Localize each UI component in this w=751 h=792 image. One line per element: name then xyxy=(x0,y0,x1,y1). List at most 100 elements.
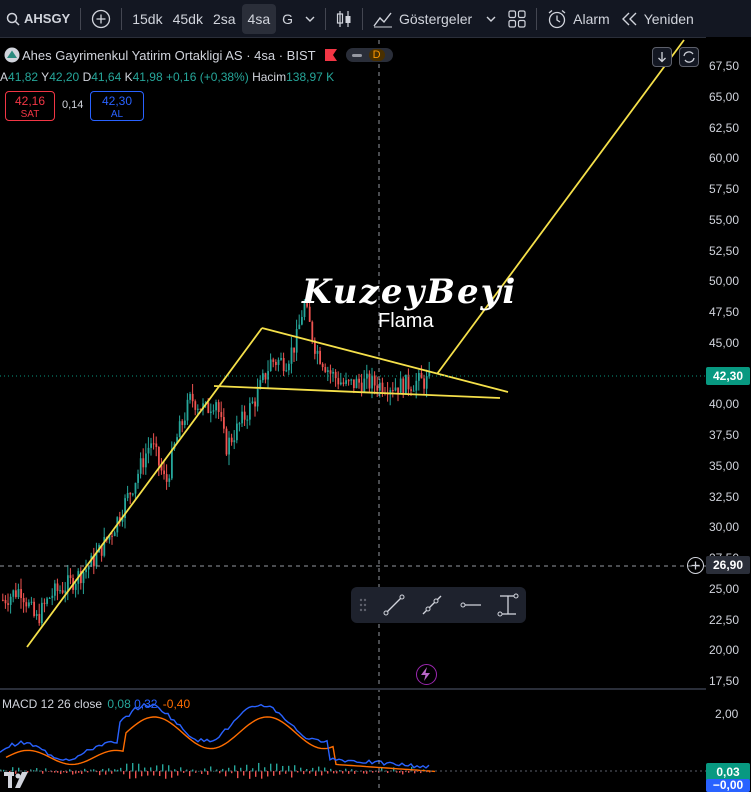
price-tick: 50,00 xyxy=(709,274,740,289)
candle-body xyxy=(87,566,90,570)
candle-body xyxy=(7,603,9,605)
session-badge-label: D xyxy=(368,49,385,61)
macd-histogram-bar xyxy=(222,768,224,772)
open-value: 41,82 xyxy=(8,70,39,84)
sell-label: SAT xyxy=(20,109,40,120)
refresh-icon xyxy=(683,51,695,63)
candle-body xyxy=(327,370,329,372)
add-alert-button[interactable] xyxy=(687,557,704,574)
candle-body xyxy=(137,473,139,483)
price-tick: 25,00 xyxy=(709,581,740,596)
price-tick: 35,00 xyxy=(709,458,740,473)
candle-body xyxy=(28,602,30,607)
candle-body xyxy=(20,589,22,599)
arrow-down-icon xyxy=(658,52,666,63)
symbol-title: Ahes Gayrimenkul Yatirim Ortakligi AS · … xyxy=(22,47,316,63)
candle-body xyxy=(189,393,191,400)
price-tick: 22,50 xyxy=(709,612,740,627)
candle-body xyxy=(298,324,301,330)
macd-histogram-bar xyxy=(12,767,14,772)
macd-histogram-bar xyxy=(129,771,131,779)
candle-body xyxy=(25,602,28,607)
refresh-button[interactable] xyxy=(679,47,699,67)
candle-body xyxy=(282,358,285,372)
candle-body xyxy=(293,347,295,353)
macd-histogram-bar xyxy=(270,763,272,772)
macd-histogram-bar xyxy=(108,768,110,772)
candle-body xyxy=(132,493,134,495)
macd-histogram-bar xyxy=(42,771,44,774)
macd-histogram-bar xyxy=(255,771,257,777)
price-tick: 45,00 xyxy=(709,335,740,350)
candle-body xyxy=(381,382,384,393)
tradingview-logo[interactable] xyxy=(4,772,32,788)
buy-button[interactable]: 42,30 AL xyxy=(90,91,144,121)
candle-body xyxy=(332,371,334,374)
candle-body xyxy=(376,385,379,391)
macd-histogram-bar xyxy=(402,771,404,775)
sell-button[interactable]: 42,16 SAT xyxy=(5,91,55,121)
macd-histogram-bar xyxy=(252,768,254,772)
candle-body xyxy=(171,448,173,479)
candle-body xyxy=(285,370,288,372)
macd-histogram-bar xyxy=(117,769,119,772)
candles-layer xyxy=(2,296,431,626)
candle-body xyxy=(186,399,189,421)
candle-body xyxy=(210,411,212,413)
lightning-button[interactable] xyxy=(416,664,437,685)
candle-body xyxy=(415,380,418,391)
macd-histogram-bar xyxy=(387,771,389,774)
price-tick: 30,00 xyxy=(709,520,740,535)
macd-histogram-bar xyxy=(78,771,80,773)
candle-body xyxy=(267,371,269,380)
candle-body xyxy=(2,599,4,601)
candle-body xyxy=(418,373,420,381)
buy-label: AL xyxy=(110,109,124,120)
macd-line xyxy=(0,702,430,769)
candle-body xyxy=(230,437,233,443)
macd-histogram-bar xyxy=(198,770,200,772)
macd-histogram-bar xyxy=(372,771,374,773)
candle-body xyxy=(15,590,17,598)
macd-histogram-bar xyxy=(267,771,269,777)
candle-body xyxy=(225,428,228,455)
session-badge[interactable]: D xyxy=(345,48,393,62)
candle-body xyxy=(85,569,87,573)
candle-body xyxy=(38,613,41,624)
candle-body xyxy=(46,598,48,604)
macd-legend[interactable]: MACD 12 26 close 0,08 0,32 -0,40 xyxy=(2,697,190,711)
macd-histogram-bar xyxy=(249,771,251,779)
spread-value: 0,14 xyxy=(62,99,84,111)
price-range-icon[interactable] xyxy=(496,593,520,617)
macd-histogram-bar xyxy=(282,765,284,772)
sell-price: 42,16 xyxy=(14,94,46,108)
drag-handle-icon[interactable] xyxy=(358,597,368,613)
candle-body xyxy=(4,600,7,604)
candle-body xyxy=(373,375,376,386)
ray-line-icon[interactable] xyxy=(420,593,444,617)
candle-body xyxy=(184,420,186,425)
candle-body xyxy=(17,589,20,598)
price-tick: 57,50 xyxy=(709,182,740,196)
macd-histogram-bar xyxy=(147,771,149,776)
candle-body xyxy=(355,378,358,389)
trend-line-icon[interactable] xyxy=(382,593,406,617)
candle-body xyxy=(412,390,415,392)
candle-body xyxy=(41,602,43,624)
macd-zero-badge: −0,00 xyxy=(706,779,750,792)
macd-histogram-bar xyxy=(363,771,365,774)
signal-value: 0,32 xyxy=(134,697,158,711)
macd-histogram-bar xyxy=(291,771,293,778)
candle-body xyxy=(334,371,337,379)
flag-icon[interactable] xyxy=(324,48,338,62)
candle-body xyxy=(220,412,223,418)
horizontal-ray-icon[interactable] xyxy=(458,593,482,617)
candle-body xyxy=(402,378,405,395)
candle-body xyxy=(236,423,238,441)
macd-histogram-bar xyxy=(63,771,65,773)
macd-histogram-bar xyxy=(159,771,161,776)
macd-histogram-bar xyxy=(297,771,299,773)
candle-body xyxy=(347,380,350,382)
candle-body xyxy=(295,329,298,353)
scroll-down-button[interactable] xyxy=(652,47,672,67)
